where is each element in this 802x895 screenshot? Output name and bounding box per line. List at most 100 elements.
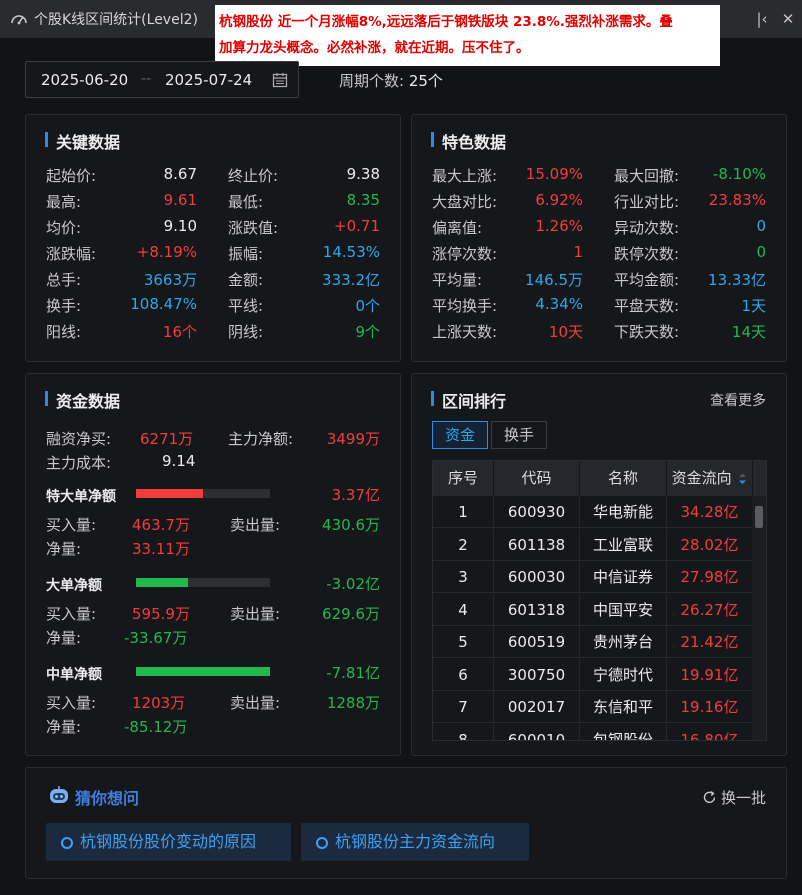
rank-cell: 1 [433, 496, 494, 528]
flow-cell: 34.28亿 [667, 496, 753, 528]
feature-value: 1 [573, 243, 583, 261]
code-cell: 600930 [494, 496, 580, 528]
tab-capital[interactable]: 资金 [432, 421, 488, 449]
feature-value: 1天 [741, 297, 766, 315]
sell-value: 1288万 [326, 694, 380, 712]
feature-label: 平均金额: [614, 271, 680, 289]
end-date[interactable]: 2025-07-24 [165, 71, 252, 89]
gauge-icon [11, 15, 27, 25]
key-value: 108.47% [130, 295, 197, 313]
sell-value: 430.6万 [322, 516, 380, 534]
margin-label: 融资净买: [46, 430, 112, 448]
code-cell: 600030 [494, 561, 580, 593]
guess-panel: 猜你想问 换一批 杭钢股份股价变动的原因 杭钢股份主力资金流向 [25, 767, 787, 879]
view-more-link[interactable]: 查看更多 [710, 390, 766, 410]
start-date[interactable]: 2025-06-20 [41, 71, 128, 89]
scrollbar-thumb[interactable] [755, 506, 763, 528]
capital-group-title: 中单净额 [46, 667, 102, 683]
collapse-left-icon[interactable]: |‹ [752, 8, 772, 30]
buy-label: 买入量: [46, 694, 97, 712]
col-flow-label: 资金流向 [671, 469, 732, 487]
name-cell: 包钢股份 [580, 723, 667, 740]
table-row[interactable]: 1 600930 华电新能 34.28亿 [433, 496, 753, 528]
key-value: 14.53% [322, 243, 380, 261]
flow-cell: 21.42亿 [667, 626, 753, 658]
period-count: 周期个数: 25个 [339, 70, 443, 91]
col-rank[interactable]: 序号 [433, 461, 494, 496]
refresh-button[interactable]: 换一批 [702, 787, 766, 808]
buy-value: 595.9万 [132, 605, 190, 623]
capital-group-bar-fill [136, 578, 188, 587]
feature-value: -8.10% [712, 165, 766, 183]
period-label: 周期个数: [339, 72, 405, 90]
key-label: 振幅: [228, 245, 264, 263]
col-code[interactable]: 代码 [494, 461, 580, 496]
name-cell: 宁德时代 [580, 658, 667, 691]
question-button-1[interactable]: 杭钢股份股价变动的原因 [46, 823, 291, 861]
code-cell: 601318 [494, 593, 580, 626]
table-scrollbar[interactable] [752, 496, 766, 740]
main-cost-label: 主力成本: [46, 454, 112, 472]
refresh-label: 换一批 [720, 789, 766, 807]
flow-cell: 19.16亿 [667, 691, 753, 723]
key-label: 换手: [46, 297, 82, 315]
key-value: 333.2亿 [322, 271, 380, 289]
feature-label: 行业对比: [614, 193, 680, 211]
table-row[interactable]: 5 600519 贵州茅台 21.42亿 [433, 626, 753, 658]
code-cell: 002017 [494, 691, 580, 723]
feature-value: 1.26% [535, 217, 583, 235]
tab-turnover[interactable]: 换手 [491, 421, 547, 449]
key-label: 涨跌幅: [46, 245, 97, 263]
key-data-panel: 关键数据 起始价: 8.67 终止价: 9.38 最高: 9.61 最低: 8.35 均价: 9.… [25, 114, 401, 362]
capital-group-title: 特大单净额 [46, 489, 116, 505]
calendar-icon[interactable] [272, 72, 288, 88]
main-net-label: 主力净额: [228, 430, 294, 448]
key-value: 16个 [162, 323, 197, 341]
table-row[interactable]: 2 601138 工业富联 28.02亿 [433, 528, 753, 561]
capital-group-bar-fill [136, 667, 270, 676]
flow-cell: 28.02亿 [667, 528, 753, 561]
key-value: 8.35 [346, 191, 380, 209]
key-value: +8.19% [136, 243, 197, 261]
key-label: 总手: [46, 271, 82, 289]
table-row[interactable]: 7 002017 东信和平 19.16亿 [433, 691, 753, 723]
feature-label: 平均换手: [432, 297, 498, 315]
feature-label: 平盘天数: [614, 297, 680, 315]
feature-label: 涨停次数: [432, 245, 498, 263]
sort-desc-icon[interactable] [738, 473, 747, 485]
key-label: 均价: [46, 219, 82, 237]
feature-data-panel: 特色数据 最大上涨: 15.09% 最大回撤: -8.10% 大盘对比: 6.92% 行业对… [411, 114, 787, 362]
key-value: 8.67 [163, 165, 197, 183]
table-row[interactable]: 6 300750 宁德时代 19.91亿 [433, 658, 753, 691]
key-value: 9.38 [346, 165, 380, 183]
col-flow[interactable]: 资金流向 [667, 461, 753, 496]
buy-label: 买入量: [46, 516, 97, 534]
feature-label: 最大回撤: [614, 167, 680, 185]
feature-label: 跌停次数: [614, 245, 680, 263]
code-cell: 300750 [494, 658, 580, 691]
key-label: 终止价: [228, 167, 279, 185]
date-range-picker[interactable]: 2025-06-20 -- 2025-07-24 [25, 61, 299, 98]
capital-group-title: 大单净额 [46, 578, 102, 594]
key-value: 9.10 [163, 217, 197, 235]
table-row[interactable]: 8 600010 包钢股份 16.80亿 [433, 723, 753, 740]
margin-value: 6271万 [140, 430, 194, 448]
key-label: 阴线: [228, 323, 264, 341]
close-icon[interactable]: ✕ [778, 8, 798, 30]
table-row[interactable]: 4 601318 中国平安 26.27亿 [433, 593, 753, 626]
table-row[interactable]: 3 600030 中信证券 27.98亿 [433, 561, 753, 593]
main-net-value: 3499万 [326, 430, 380, 448]
ranking-table: 序号 代码 名称 资金流向 1 600930 华电新能 34.28亿 2 601138 工业… [432, 460, 767, 741]
rank-cell: 2 [433, 528, 494, 561]
name-cell: 工业富联 [580, 528, 667, 561]
key-value: +0.71 [334, 217, 380, 235]
key-label: 最高: [46, 193, 82, 211]
feature-value: 14天 [731, 323, 766, 341]
net-label: 净量: [46, 540, 82, 558]
feature-value: 15.09% [525, 165, 583, 183]
refresh-icon [703, 790, 716, 803]
col-name[interactable]: 名称 [580, 461, 667, 496]
question-button-2[interactable]: 杭钢股份主力资金流向 [301, 823, 529, 861]
rank-cell: 5 [433, 626, 494, 658]
net-label: 净量: [46, 629, 82, 647]
